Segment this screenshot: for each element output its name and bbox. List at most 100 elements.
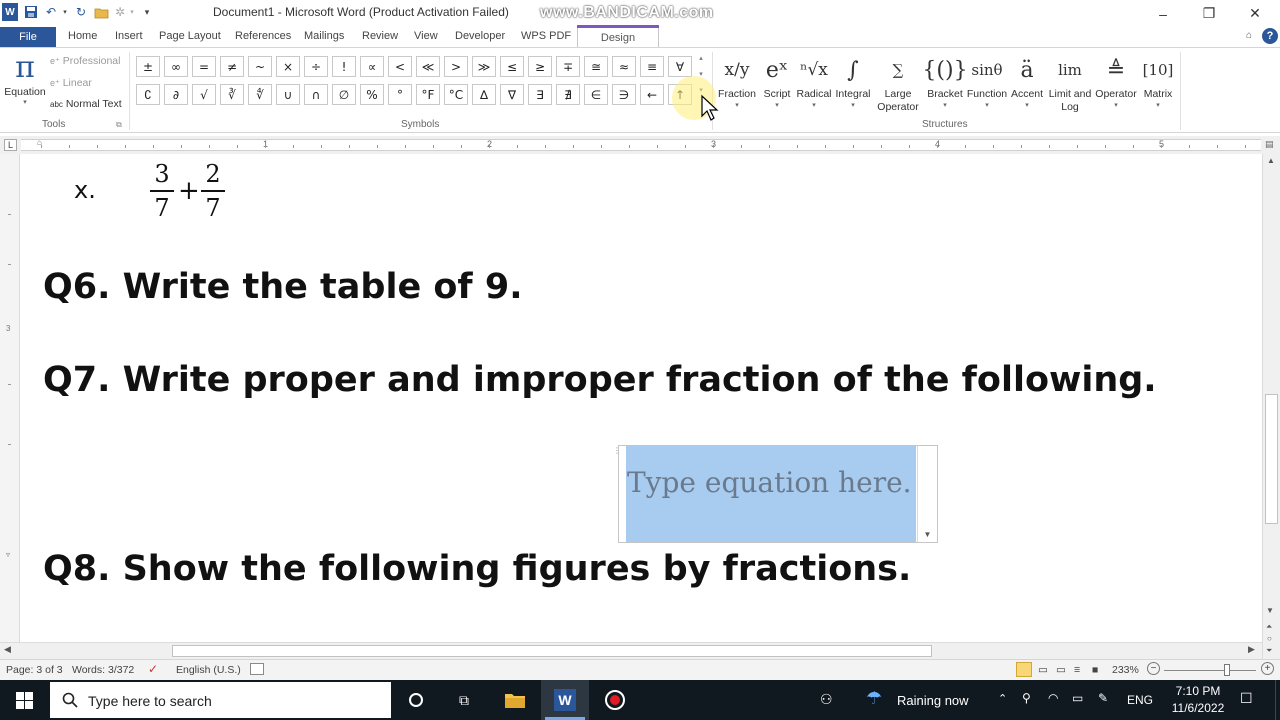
indent-marker[interactable]: ⌂ [37, 138, 42, 147]
symbol-button[interactable]: ≥ [528, 56, 552, 77]
symbol-button[interactable]: ≡ [640, 56, 664, 77]
tab-selector[interactable]: L [4, 139, 17, 151]
vertical-scroll-thumb[interactable] [1265, 394, 1278, 524]
symbol-button[interactable]: ∞ [164, 56, 188, 77]
symbol-button[interactable]: ± [136, 56, 160, 77]
symbol-button[interactable]: × [276, 56, 300, 77]
tools-dialog-launcher-icon[interactable]: ⧉ [116, 120, 122, 130]
full-screen-reading-icon[interactable]: ▭ [1038, 664, 1048, 676]
network-icon[interactable]: ⚲ [1022, 691, 1031, 705]
symbol-button[interactable]: °F [416, 84, 440, 105]
task-view-icon[interactable]: ⧉ [445, 680, 483, 720]
horizontal-scroll-thumb[interactable] [172, 645, 932, 657]
language-status[interactable]: English (U.S.) [176, 664, 241, 676]
equation-placeholder[interactable]: Type equation here. [627, 466, 912, 499]
zoom-out-button[interactable]: − [1147, 662, 1160, 675]
symbol-button[interactable]: ∛ [220, 84, 244, 105]
symbol-button[interactable]: > [444, 56, 468, 77]
tab-developer[interactable]: Developer [455, 30, 505, 42]
chevron-down-icon[interactable]: ▾ [128, 3, 136, 21]
file-explorer-icon[interactable] [493, 680, 537, 720]
vertical-scrollbar[interactable]: ▲ ▼ ⏶ ○ ⏷ [1262, 154, 1280, 659]
radical-button[interactable]: ⁿ√x Radical ▾ [796, 52, 832, 109]
symbol-button[interactable]: ∄ [556, 84, 580, 105]
clock[interactable]: 7:10 PM 11/6/2022 [1170, 684, 1226, 715]
restore-button[interactable]: ❐ [1186, 0, 1232, 27]
minimize-button[interactable]: – [1140, 0, 1186, 27]
scroll-down-icon[interactable]: ▼ [1266, 606, 1274, 615]
tab-view[interactable]: View [414, 30, 438, 42]
fraction-button[interactable]: x/y Fraction ▾ [716, 52, 758, 109]
normal-text-button[interactable]: abc Normal Text [50, 98, 122, 110]
script-button[interactable]: eˣ Script ▾ [760, 52, 794, 110]
page-count[interactable]: Page: 3 of 3 [6, 664, 63, 676]
show-desktop-button[interactable] [1275, 680, 1280, 720]
tab-mailings[interactable]: Mailings [304, 30, 344, 42]
tab-home[interactable]: Home [68, 30, 97, 42]
tab-design[interactable]: Design [577, 27, 659, 48]
symbol-button[interactable]: ∈ [584, 84, 608, 105]
accent-button[interactable]: ä Accent ▾ [1010, 52, 1044, 110]
windows-start-icon[interactable] [0, 680, 48, 720]
symbol-button[interactable]: = [192, 56, 216, 77]
tab-wps-pdf[interactable]: WPS PDF [521, 30, 571, 42]
weather-status[interactable]: Raining now [897, 693, 969, 708]
proofing-icon[interactable]: ✓ [148, 662, 158, 676]
view-ruler-icon[interactable]: ▤ [1265, 139, 1277, 151]
equation-drag-handle[interactable]: ⋮ [613, 446, 621, 460]
symbol-button[interactable]: ≠ [220, 56, 244, 77]
symbol-button[interactable]: ∋ [612, 84, 636, 105]
symbol-button[interactable]: ∃ [528, 84, 552, 105]
symbol-button[interactable]: ∪ [276, 84, 300, 105]
symbol-button[interactable]: ° [388, 84, 412, 105]
operator-button[interactable]: ≜ Operator ▾ [1093, 52, 1139, 110]
tab-file[interactable]: File [0, 27, 56, 47]
symbol-button[interactable]: °C [444, 84, 468, 105]
equation-options-dropdown[interactable]: ▼ [917, 446, 937, 542]
word-count[interactable]: Words: 3/372 [72, 664, 134, 676]
horizontal-scrollbar[interactable]: ◀ ▶ [0, 642, 1262, 659]
symbol-button[interactable]: ∝ [360, 56, 384, 77]
previous-page-icon[interactable]: ⏶ [1266, 622, 1272, 632]
equation-button[interactable]: π Equation ▾ [4, 50, 46, 114]
gear-icon[interactable]: ✲ [112, 3, 128, 21]
outline-view-icon[interactable]: ≡ [1074, 664, 1080, 676]
weather-icon[interactable]: ☂ [866, 688, 882, 709]
document-page[interactable]: x. 3 7 + 2 7 Q6. Write the table of 9. Q… [0, 154, 1262, 642]
web-layout-icon[interactable]: ▭ [1056, 664, 1066, 676]
word-app-icon[interactable]: W [2, 3, 18, 21]
symbol-button[interactable]: ← [640, 84, 664, 105]
symbol-button[interactable]: ∓ [556, 56, 580, 77]
symbol-button[interactable]: ÷ [304, 56, 328, 77]
scroll-left-icon[interactable]: ◀ [4, 644, 11, 655]
symbol-button[interactable]: ∀ [668, 56, 692, 77]
wifi-icon[interactable]: ◠ [1048, 691, 1058, 705]
bracket-button[interactable]: {()} Bracket ▾ [922, 52, 967, 110]
symbol-button[interactable]: ∆ [472, 84, 496, 105]
symbol-button[interactable]: < [388, 56, 412, 77]
symbol-button[interactable]: √ [192, 84, 216, 105]
tab-page-layout[interactable]: Page Layout [159, 30, 221, 42]
battery-icon[interactable]: ▭ [1072, 691, 1083, 705]
symbol-button[interactable]: ≈ [612, 56, 636, 77]
cortana-icon[interactable] [397, 680, 435, 720]
linear-button[interactable]: e⁺ Linear [50, 77, 92, 89]
tab-references[interactable]: References [235, 30, 291, 42]
symbol-button[interactable]: % [360, 84, 384, 105]
help-icon[interactable]: ? [1262, 28, 1278, 44]
equation-box[interactable]: ⋮ Type equation here. ▼ [613, 445, 938, 543]
pen-icon[interactable]: ✎ [1098, 691, 1108, 705]
input-language[interactable]: ENG [1127, 693, 1153, 707]
symbol-button[interactable]: ∂ [164, 84, 188, 105]
scroll-right-icon[interactable]: ▶ [1248, 644, 1255, 655]
close-button[interactable]: ✕ [1232, 0, 1278, 27]
browse-object-icon[interactable]: ○ [1267, 634, 1272, 643]
zoom-slider-thumb[interactable] [1224, 664, 1230, 676]
limit-and-log-button[interactable]: lim Limit and Log [1045, 52, 1095, 114]
zoom-level[interactable]: 233% [1112, 664, 1139, 676]
open-folder-icon[interactable] [92, 3, 110, 21]
matrix-button[interactable]: [10] Matrix ▾ [1140, 52, 1176, 109]
undo-dropdown-icon[interactable]: ▾ [60, 3, 70, 21]
collapse-ribbon-icon[interactable]: ⌂ [1246, 30, 1252, 41]
save-icon[interactable] [22, 3, 40, 21]
